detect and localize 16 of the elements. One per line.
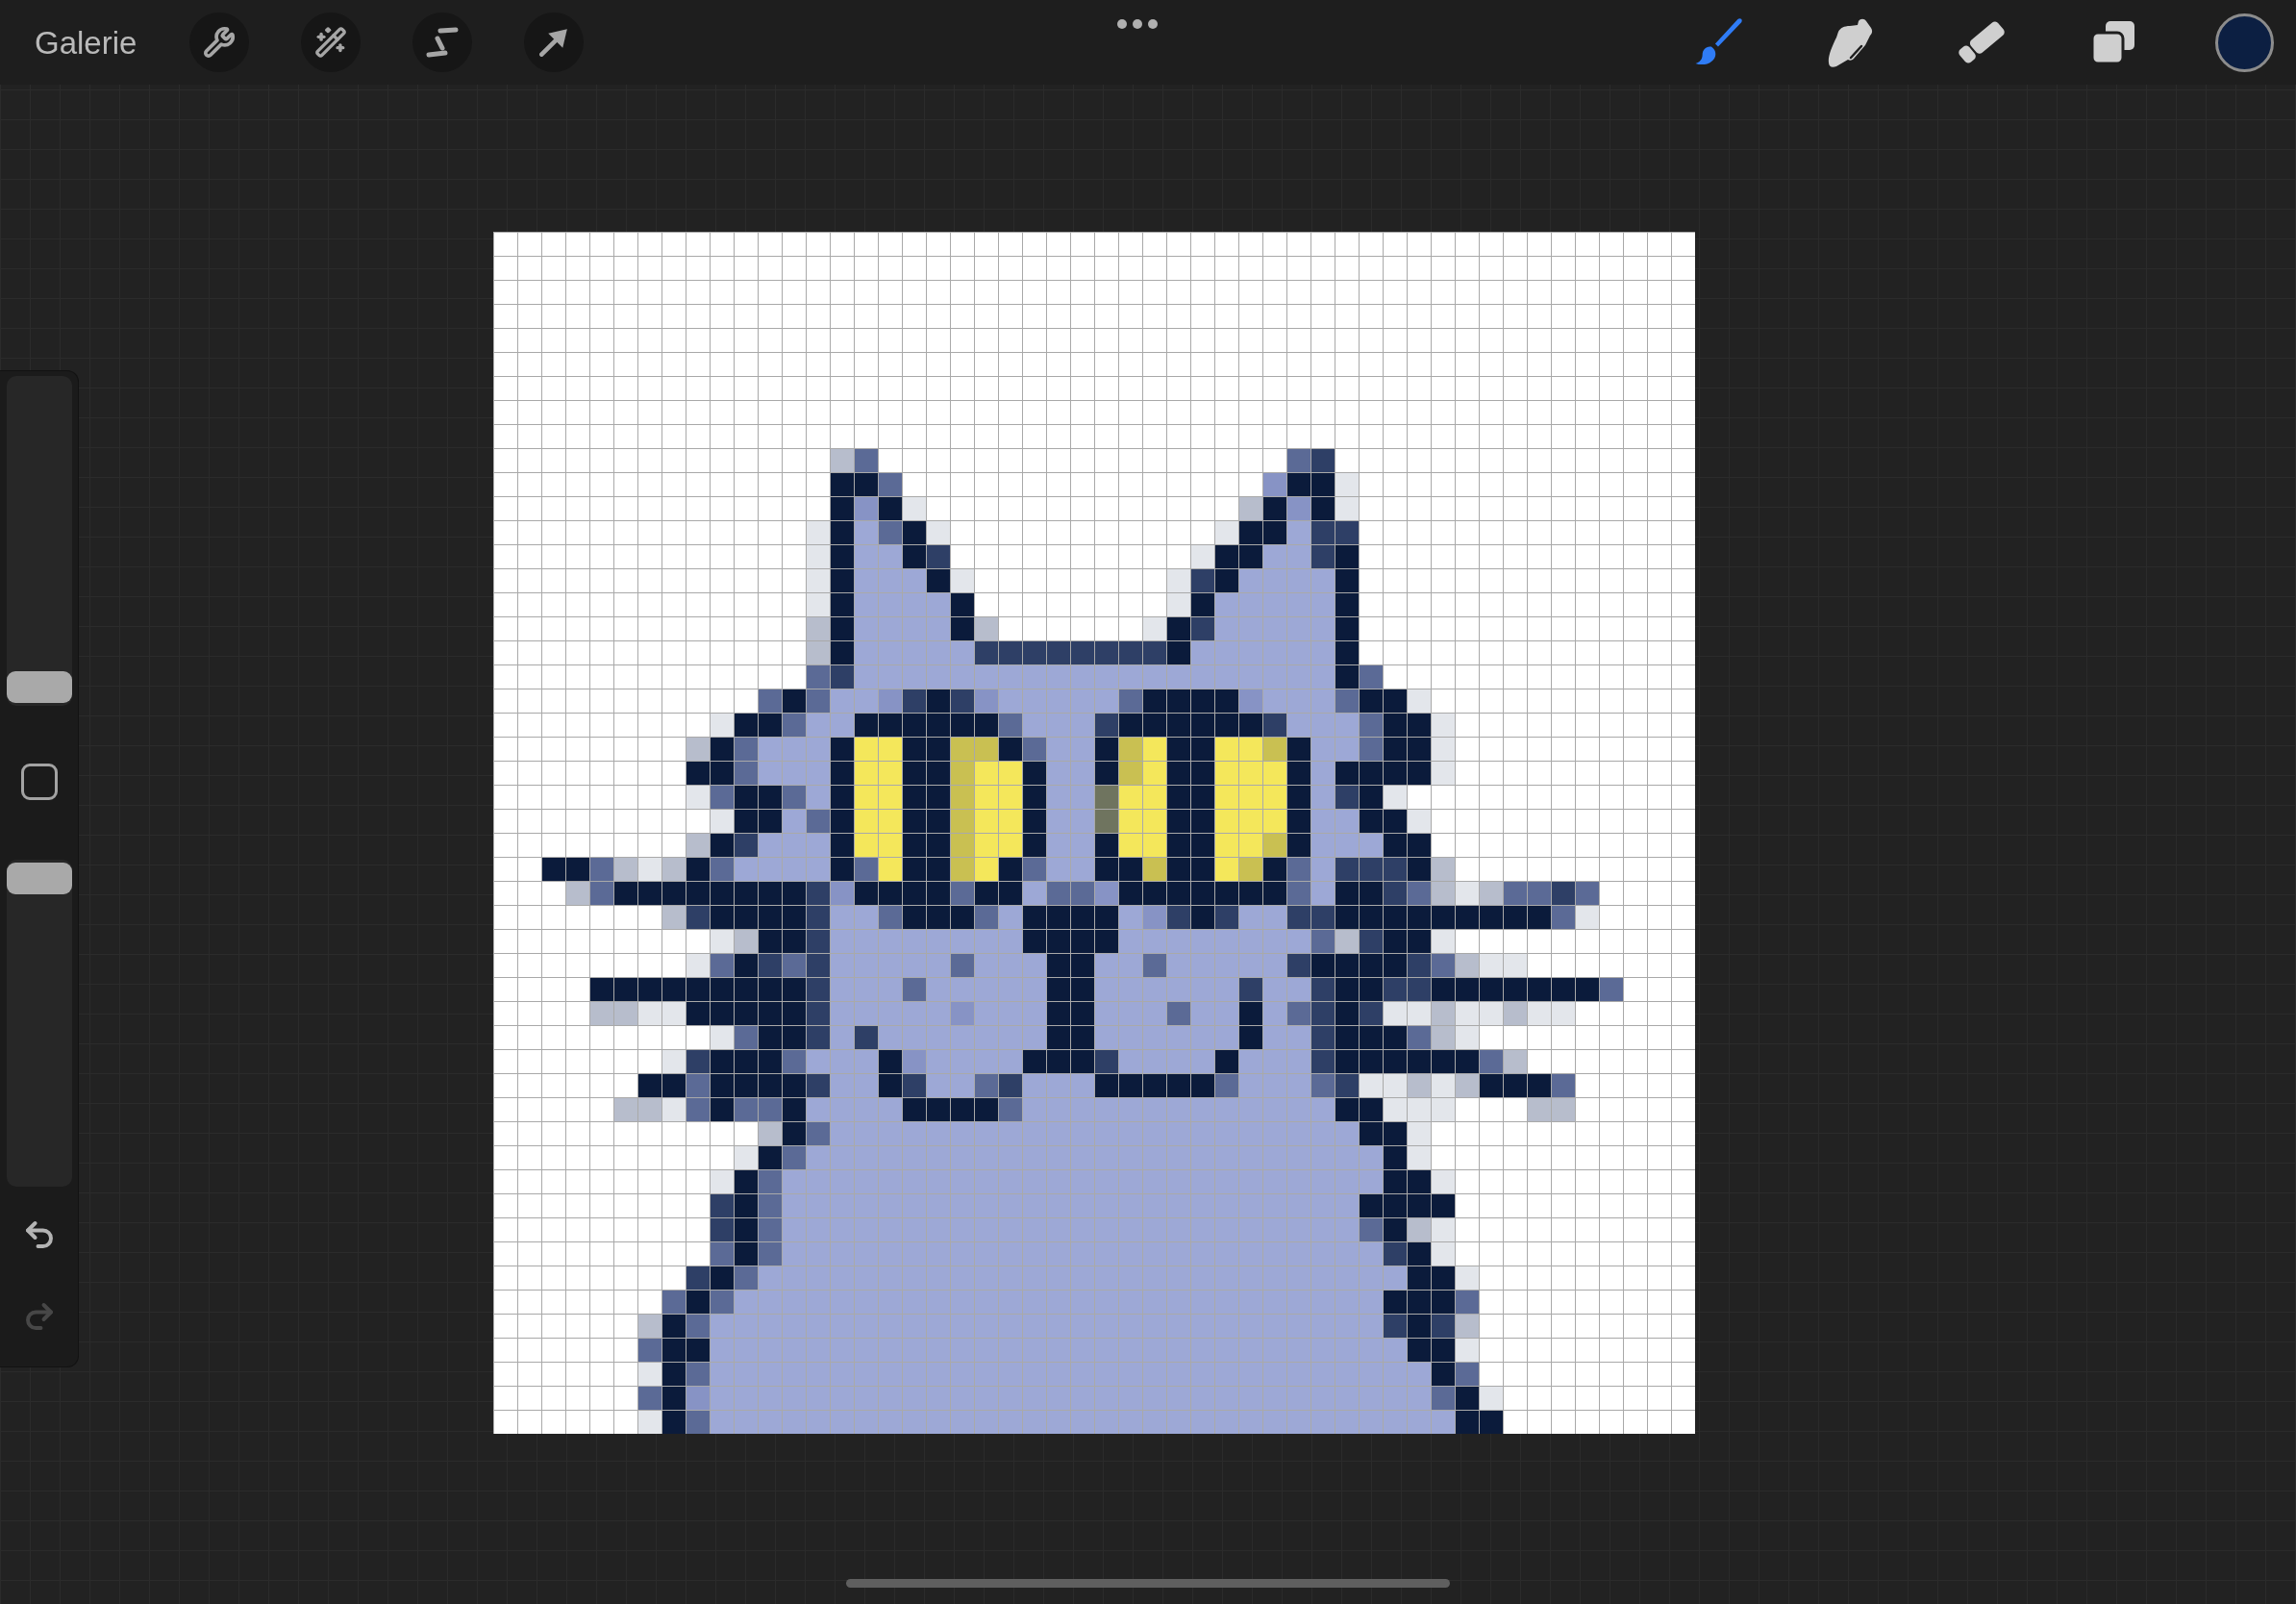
hand-icon[interactable] — [1828, 17, 1873, 67]
drawing-canvas[interactable] — [493, 232, 1695, 1434]
paintbrush-icon[interactable] — [1694, 18, 1744, 66]
slider-track[interactable] — [6, 376, 72, 706]
square-icon[interactable] — [20, 764, 58, 800]
wrench-icon — [203, 26, 237, 59]
arrow-icon — [539, 28, 569, 57]
slider-thumb[interactable] — [6, 671, 72, 703]
eraser-icon[interactable] — [1957, 19, 2007, 65]
more-dots-icon[interactable] — [1116, 19, 1158, 29]
s-shape-icon — [426, 27, 460, 58]
magic-wand-icon — [314, 26, 348, 59]
gallery-link[interactable]: Galerie — [35, 26, 137, 59]
slider-track[interactable] — [6, 860, 72, 1187]
layers-icon[interactable] — [2090, 19, 2136, 65]
slider-thumb[interactable] — [6, 863, 72, 894]
